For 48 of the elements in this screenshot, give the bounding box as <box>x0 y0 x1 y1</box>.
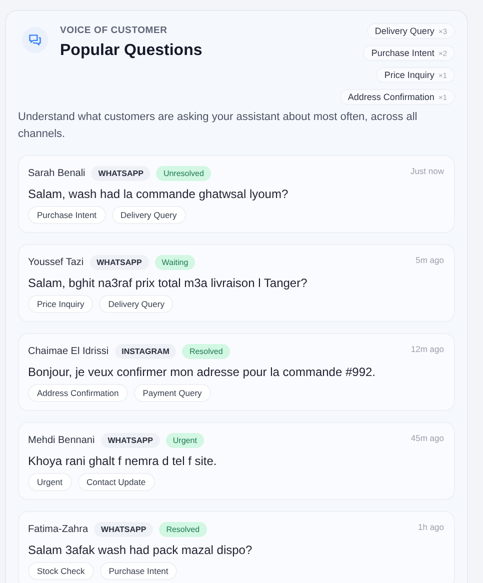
intent-tag: Urgent <box>28 473 72 491</box>
intent-tag: Delivery Query <box>99 295 174 313</box>
intent-tag: Contact Update <box>78 473 155 491</box>
section-label: VOICE OF CUSTOMER <box>60 25 168 36</box>
topic-label: Price Inquiry <box>384 70 434 80</box>
intent-tag: Purchase Intent <box>100 562 178 580</box>
topic-label: Delivery Query <box>374 26 434 36</box>
customer-name: Youssef Tazi <box>28 257 84 268</box>
customer-name: Mehdi Bennani <box>28 435 95 446</box>
channel-badge: WHATSAPP <box>91 166 150 181</box>
question-text: Bonjour, je veux confirmer mon adresse pour la commande #992. <box>28 365 377 379</box>
topic-label: Address Confirmation <box>348 92 434 102</box>
intent-tag: Address Confirmation <box>28 384 128 402</box>
chat-bubbles-icon <box>22 27 48 53</box>
question-card[interactable]: Mehdi Bennani WHATSAPP Urgent 45m ago Khoya rani ghalt f nemra d tel f site. Urgent Contact Update <box>18 422 455 500</box>
status-badge: Waiting <box>154 255 196 270</box>
question-card[interactable]: Youssef Tazi WHATSAPP Waiting 5m ago Salam, bghit na3raf prix total m3a livraison l Tanger? Price Inquiry Delivery Query <box>18 244 455 322</box>
question-card[interactable]: Fatima-Zahra WHATSAPP Resolved 1h ago Salam 3afak wash had pack mazal dispo? Stock Check Purchase Intent <box>18 511 455 583</box>
channel-badge: WHATSAPP <box>90 255 149 270</box>
question-text: Salam, bghit na3raf prix total m3a livraison l Tanger? <box>28 276 308 290</box>
customer-name: Chaimae El Idrissi <box>28 346 109 357</box>
question-text: Salam, wash had la commande ghatwsal lyoum? <box>28 187 290 201</box>
status-badge: Resolved <box>159 522 207 537</box>
status-badge: Resolved <box>182 344 230 359</box>
intent-tag: Price Inquiry <box>28 295 94 313</box>
timestamp: Just now <box>410 166 444 176</box>
timestamp: 1h ago <box>418 522 444 532</box>
question-card[interactable]: Sarah Benali WHATSAPP Unresolved Just now Salam, wash had la commande ghatwsal lyoum? Purchase Intent Delivery Query <box>18 155 455 233</box>
intent-tag: Delivery Query <box>112 206 186 224</box>
status-badge: Unresolved <box>156 166 211 181</box>
customer-name: Fatima-Zahra <box>28 524 88 535</box>
panel-title: Popular Questions <box>60 42 204 60</box>
timestamp: 45m ago <box>410 433 444 443</box>
channel-badge: WHATSAPP <box>100 433 160 448</box>
customer-name: Sarah Benali <box>28 168 86 179</box>
question-text: Khoya rani ghalt f nemra d tel f site. <box>28 454 218 468</box>
status-badge: Urgent <box>166 433 204 448</box>
question-card[interactable]: Chaimae El Idrissi INSTAGRAM Resolved 12m ago Bonjour, je veux confirmer mon adresse pour la commande #992. Address Confirmation Payment Query <box>18 333 455 411</box>
channel-badge: WHATSAPP <box>94 522 154 537</box>
intent-tag: Purchase Intent <box>28 206 106 224</box>
description-text: Understand what customers are asking your assistant about most often, across all channels. <box>18 110 418 142</box>
timestamp: 12m ago <box>410 344 444 354</box>
topic-label: Purchase Intent <box>371 48 434 58</box>
question-text: Salam 3afak wash had pack mazal dispo? <box>28 543 254 557</box>
timestamp: 5m ago <box>416 255 444 265</box>
intent-tag: Stock Check <box>28 562 94 580</box>
intent-tag: Payment Query <box>134 384 211 402</box>
channel-badge: INSTAGRAM <box>114 344 176 359</box>
